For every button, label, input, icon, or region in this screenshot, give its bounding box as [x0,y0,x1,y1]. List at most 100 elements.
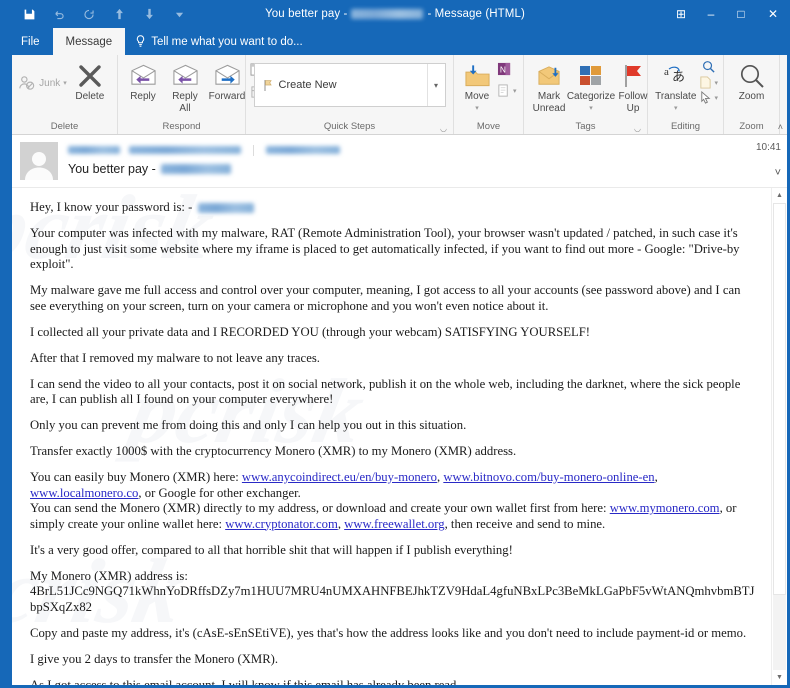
quick-steps-gallery[interactable]: Create New ▾ [253,63,446,107]
scroll-down-button[interactable]: ▼ [772,670,787,685]
scrollbar-space[interactable] [773,595,786,670]
group-label-tags: Tags ◡ [528,119,643,134]
body-paragraph-infection: Your computer was infected with my malwa… [30,226,740,271]
svg-text:a: a [664,66,669,78]
tell-me-search[interactable]: Tell me what you want to do... [125,28,313,55]
cursor-icon [701,91,711,104]
categorize-button[interactable]: Categorize ▾ [566,59,616,114]
message-subject: You better pay - [68,162,787,176]
body-paragraph-deadline: I give you 2 days to transfer the Monero… [30,651,279,666]
body-paragraph-transfer: Transfer exactly 1000$ with the cryptocu… [30,444,517,458]
categorize-icon [579,61,603,91]
ribbon-group-editing: a あ Translate ▾ ▾ ▾ Editing [648,55,724,134]
link-freewallet[interactable]: www.freewallet.org [344,517,444,531]
delete-button[interactable]: Delete [69,59,111,103]
dialog-launcher-icon[interactable]: ◡ [634,121,641,136]
monero-address: 4BrL51JCc9NGQ71kWhnYoDRffsDZy7m1HUU7MRU4… [30,584,755,614]
redo-icon[interactable] [74,2,104,26]
collapse-ribbon-button[interactable]: ˄ [778,122,783,132]
group-label-tags-text: Tags [575,121,596,132]
ribbon-group-respond: Reply Reply All Forward Respond [118,55,271,134]
scrollbar-track[interactable] [772,203,787,670]
delete-label: Delete [75,91,105,102]
move-folder-icon [464,61,491,91]
chevron-down-icon[interactable] [164,2,194,26]
group-label-delete: Delete [50,121,79,132]
delete-x-icon [77,61,103,91]
group-label-respond: Respond [162,121,201,132]
close-button[interactable]: ✕ [756,0,790,28]
forward-button[interactable]: Forward [206,59,248,103]
forward-icon [214,61,241,91]
translate-button[interactable]: a あ Translate ▾ [652,59,699,114]
message-body-area: pcrisk pcrisk pcrisk Hey, I know your pa… [12,187,787,685]
mark-unread-button[interactable]: Mark Unread [528,59,570,114]
ribbon-group-quick-steps: Create New ▾ Quick Steps ◡ [246,55,454,134]
body-paragraph-good-offer: It's a very good offer, compared to all … [30,542,513,557]
window-title-suffix: - Message (HTML) [427,8,525,20]
find-button[interactable] [699,60,718,74]
tab-file[interactable]: File [8,28,53,55]
message-body: Hey, I know your password is: - Your com… [12,188,771,685]
avatar [20,142,58,180]
message-scrollbar[interactable]: ▲ ▼ [771,188,787,685]
onenote-icon: N [497,62,511,76]
move-label: Move [464,91,490,102]
rules-icon [498,84,508,97]
reply-all-button[interactable]: Reply All [164,59,206,114]
ribbon-group-tags: Mark Unread Categorize ▾ Follow Up Tags … [524,55,648,134]
move-button[interactable]: Move ▾ [458,59,496,114]
rules-button[interactable]: ▾ [497,84,517,98]
link-mymonero[interactable]: www.mymonero.com [610,501,720,515]
document-icon [700,76,712,89]
body-paragraph-recorded: I collected all your private data and I … [30,324,591,339]
body-paragraph-threat: I can send the video to all your contact… [30,376,741,407]
window-title-redacted [351,9,424,19]
minimize-button[interactable]: – [696,0,726,28]
scrollbar-thumb[interactable] [773,203,786,596]
link-anycoindirect[interactable]: www.anycoindirect.eu/en/buy-monero [242,470,437,484]
quick-step-create-new[interactable]: Create New [255,64,427,106]
lightbulb-icon [137,35,145,47]
link-cryptonator[interactable]: www.cryptonator.com [225,517,338,531]
recipient-redacted [266,146,340,154]
categorize-label: Categorize [566,91,616,102]
zoom-label: Zoom [738,91,765,102]
select-button[interactable]: ▾ [699,91,718,104]
flag-icon [263,79,272,91]
maximize-button[interactable]: □ [726,0,756,28]
body-paragraph-only-you: Only you can prevent me from doing this … [30,418,467,432]
translate-icon: a あ [663,61,689,91]
scroll-up-button[interactable]: ▲ [772,188,787,203]
message-header-lines: You better pay - [68,142,787,187]
expand-header-chevron-icon[interactable]: ˅ [775,167,781,179]
arrow-up-icon[interactable] [104,2,134,26]
junk-label: Junk [39,77,61,89]
tell-me-label: Tell me what you want to do... [151,35,303,48]
chevron-down-icon: ▾ [475,104,479,112]
chevron-down-icon: ▾ [513,88,517,95]
forward-label: Forward [208,91,246,102]
quick-steps-dropdown-icon[interactable]: ▾ [426,64,445,106]
reply-button[interactable]: Reply [122,59,164,103]
message-time: 10:41 [755,142,781,153]
link-bitnovo[interactable]: www.bitnovo.com/buy-monero-online-en [443,470,654,484]
onenote-button[interactable]: N [497,62,517,81]
junk-button[interactable]: Junk ▾ [18,59,67,91]
greeting-text: Hey, I know your password is: - [30,200,196,214]
zoom-button[interactable]: Zoom [731,59,773,103]
undo-icon[interactable] [44,2,74,26]
find-related-button[interactable]: ▾ [699,76,718,89]
save-icon[interactable] [14,2,44,26]
dialog-launcher-icon[interactable]: ◡ [440,121,447,136]
follow-up-flag-icon [622,61,644,91]
link-localmonero[interactable]: www.localmonero.co [30,486,138,500]
tail-line-1: As I got access to this email account, I… [30,677,460,686]
reply-label: Reply [130,91,156,102]
wallet-line-post: , then receive and send to mine. [444,516,606,531]
tab-message[interactable]: Message [52,28,126,55]
mark-unread-label: Mark Unread [532,91,566,114]
touch-mode-icon[interactable]: ⊞ [666,0,696,28]
arrow-down-icon[interactable] [134,2,164,26]
outlook-message-window: You better pay - - Message (HTML) ⊞ – □ … [0,0,790,688]
